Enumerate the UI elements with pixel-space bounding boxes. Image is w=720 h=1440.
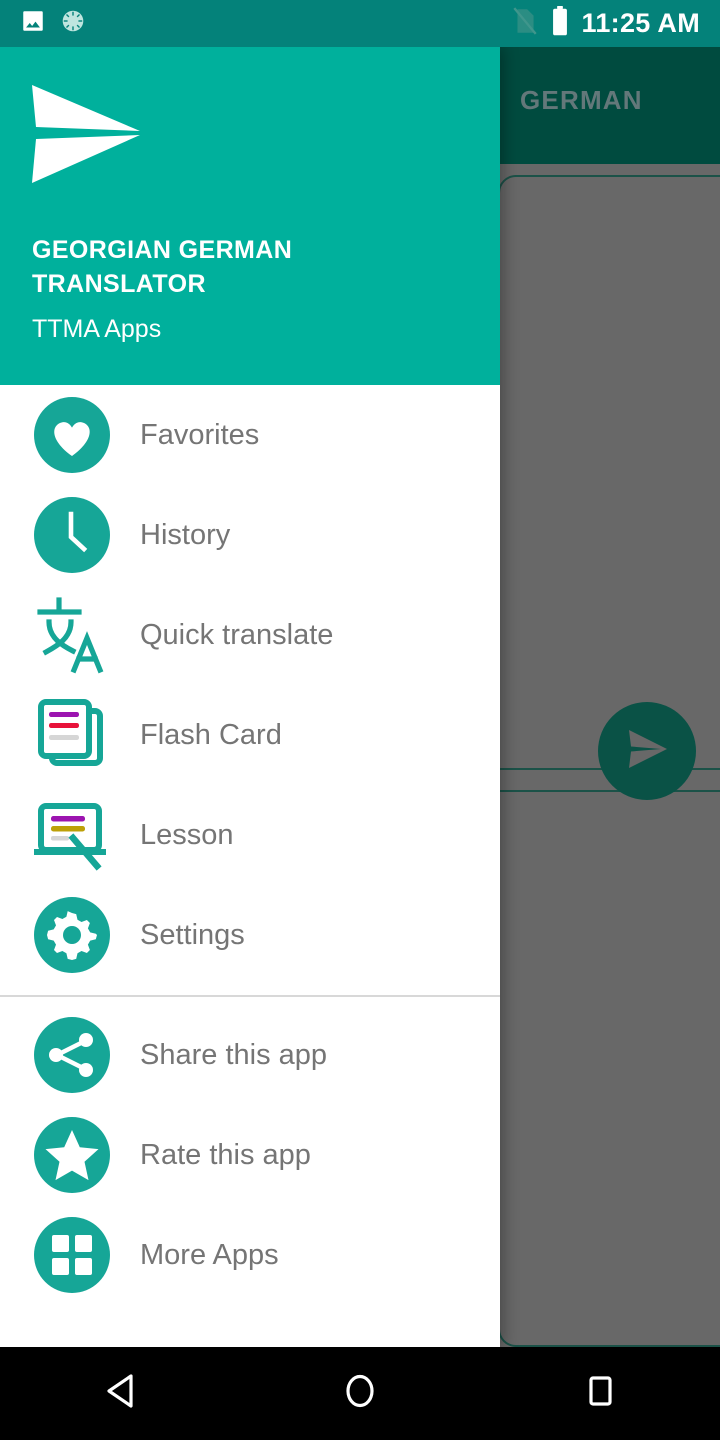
phone-screen: GERMAN 11:25 AM GEORGIAN GERMAN TRANSLAT… [0, 0, 720, 1440]
photo-icon [20, 8, 46, 39]
recents-button[interactable] [540, 1347, 660, 1440]
drawer-item-lesson[interactable]: Lesson [0, 785, 500, 885]
drawer-item-quick-translate[interactable]: Quick translate [0, 585, 500, 685]
drawer-item-label: Rate this app [140, 1138, 311, 1171]
status-bar: 11:25 AM [0, 0, 720, 47]
drawer-item-label: Lesson [140, 818, 234, 851]
flash-card-icon [32, 695, 112, 775]
send-paper-plane-logo [26, 79, 146, 189]
lesson-board-icon [32, 795, 112, 875]
drawer-secondary-menu: Share this app Rate this app More Apps [0, 1005, 500, 1305]
recents-square-icon [583, 1372, 617, 1415]
drawer-app-subtitle: TTMA Apps [32, 315, 162, 343]
share-icon [32, 1015, 112, 1095]
drawer-item-label: Settings [140, 918, 245, 951]
drawer-item-label: Share this app [140, 1038, 328, 1071]
background-card-divider-bottom [498, 790, 720, 792]
drawer-app-title: GEORGIAN GERMAN TRANSLATOR [32, 236, 293, 298]
drawer-item-history[interactable]: History [0, 485, 500, 585]
back-triangle-icon [103, 1372, 137, 1415]
drawer-item-share-this-app[interactable]: Share this app [0, 1005, 500, 1105]
sync-progress-icon [60, 8, 86, 39]
navigation-drawer[interactable]: GEORGIAN GERMAN TRANSLATOR TTMA Apps Fav… [0, 47, 500, 1347]
drawer-item-label: Flash Card [140, 718, 282, 751]
heart-icon [32, 395, 112, 475]
back-button[interactable] [60, 1347, 180, 1440]
drawer-item-flash-card[interactable]: Flash Card [0, 685, 500, 785]
gear-icon [32, 895, 112, 975]
grid-apps-icon [32, 1215, 112, 1295]
drawer-header: GEORGIAN GERMAN TRANSLATOR TTMA Apps [0, 47, 500, 385]
send-icon [623, 725, 671, 778]
send-fab[interactable] [598, 702, 696, 800]
no-sim-signal-icon [512, 6, 538, 41]
drawer-primary-menu: Favorites History Quick translate Flash … [0, 385, 500, 985]
battery-icon [551, 6, 569, 41]
drawer-item-label: More Apps [140, 1238, 279, 1271]
drawer-item-label: Quick translate [140, 618, 334, 651]
home-circle-icon [342, 1372, 378, 1415]
status-bar-clock: 11:25 AM [581, 8, 700, 38]
home-button[interactable] [300, 1347, 420, 1440]
star-icon [32, 1115, 112, 1195]
clock-icon [32, 495, 112, 575]
drawer-item-favorites[interactable]: Favorites [0, 385, 500, 485]
drawer-item-label: History [140, 518, 231, 551]
android-navigation-bar [0, 1347, 720, 1440]
status-bar-left-icons [0, 8, 86, 39]
translate-icon [32, 595, 112, 675]
background-appbar-title: GERMAN [520, 85, 643, 115]
drawer-item-label: Favorites [140, 418, 260, 451]
drawer-item-settings[interactable]: Settings [0, 885, 500, 985]
status-bar-right-icons: 11:25 AM [512, 6, 720, 41]
drawer-item-more-apps[interactable]: More Apps [0, 1205, 500, 1305]
drawer-item-rate-this-app[interactable]: Rate this app [0, 1105, 500, 1205]
drawer-divider [0, 995, 500, 997]
